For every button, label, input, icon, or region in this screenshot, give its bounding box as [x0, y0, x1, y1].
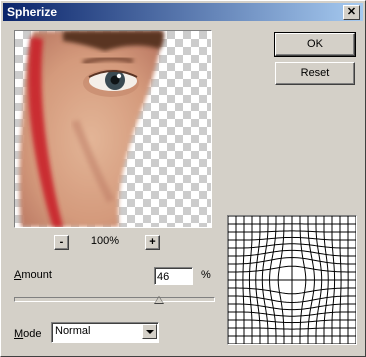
amount-unit: %: [201, 269, 211, 281]
zoom-level: 100%: [90, 235, 120, 247]
spherize-dialog: Spherize ✕ OK Reset - 100% + Amount 46 %…: [0, 0, 366, 357]
amount-slider-thumb[interactable]: [154, 296, 165, 304]
dialog-title: Spherize: [7, 5, 58, 19]
close-button[interactable]: ✕: [343, 5, 360, 20]
mode-value: Normal: [55, 325, 91, 337]
amount-input[interactable]: 46: [154, 267, 193, 285]
spherize-grid-preview: [227, 215, 357, 345]
chevron-down-icon[interactable]: [142, 324, 157, 339]
mode-select[interactable]: Normal: [51, 322, 159, 343]
close-icon: ✕: [346, 6, 357, 18]
amount-slider-track[interactable]: [14, 297, 215, 302]
zoom-out-button[interactable]: -: [54, 235, 69, 250]
preview-canvas[interactable]: [14, 30, 212, 228]
title-bar[interactable]: Spherize ✕: [3, 3, 363, 21]
preview-image: [19, 31, 164, 227]
distortion-grid: [228, 216, 356, 344]
amount-label: Amount: [14, 269, 52, 281]
ok-button[interactable]: OK: [274, 32, 356, 57]
mode-label: Mode: [14, 328, 42, 340]
zoom-in-button[interactable]: +: [145, 235, 160, 250]
reset-button[interactable]: Reset: [275, 62, 355, 85]
